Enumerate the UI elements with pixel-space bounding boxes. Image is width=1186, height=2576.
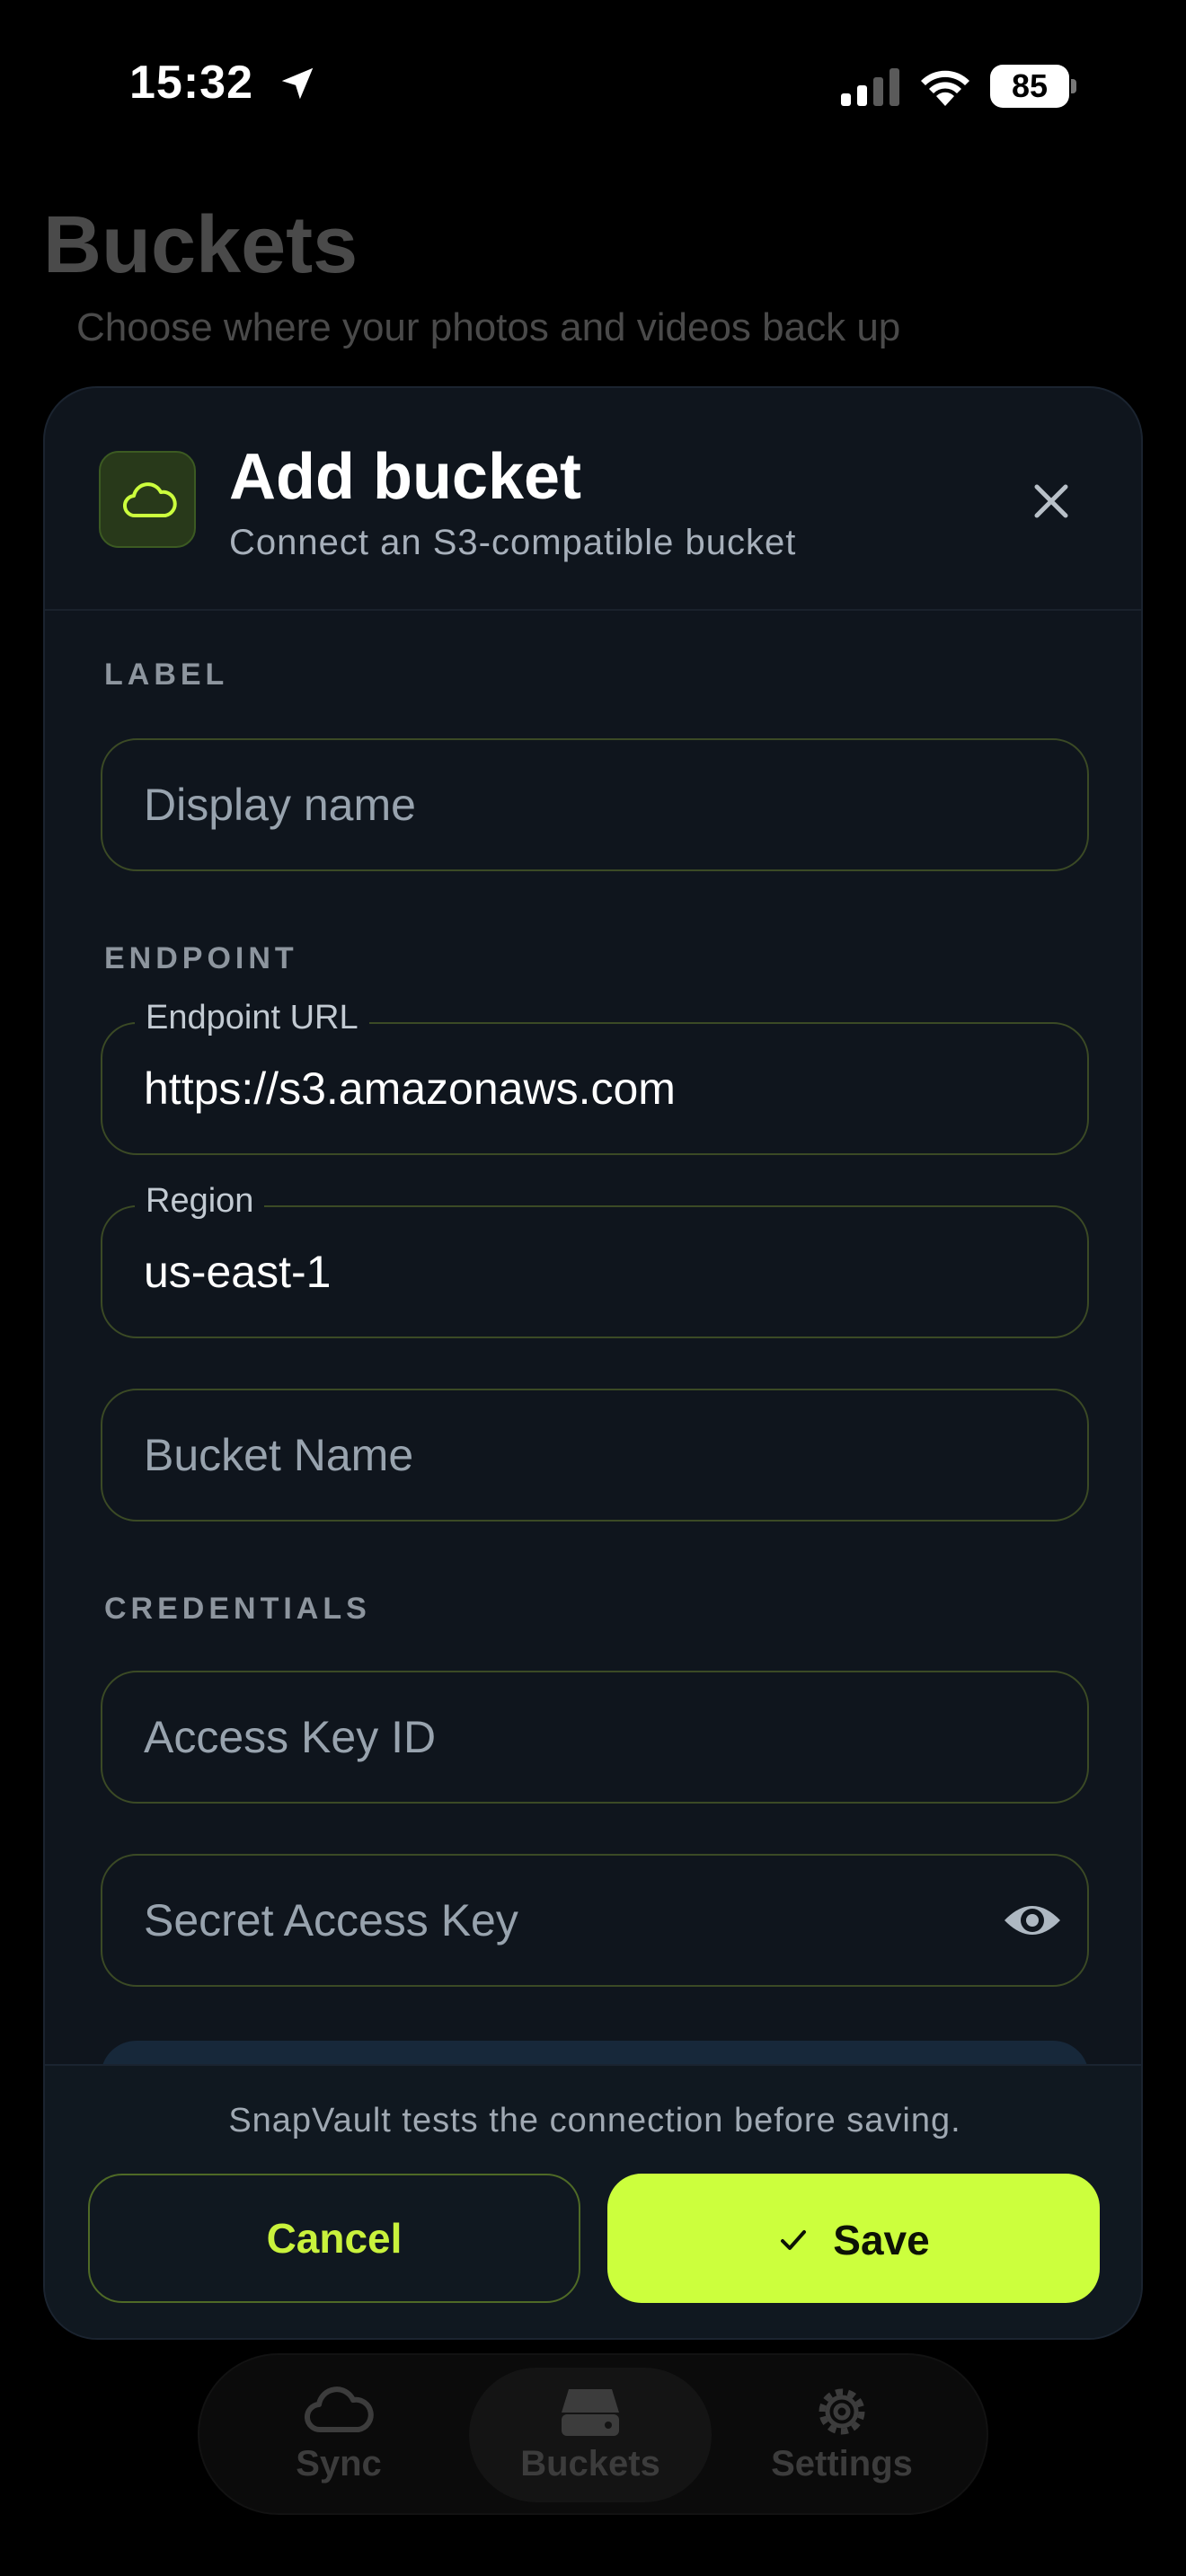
sheet-footer: SnapVault tests the connection before sa… [45, 2064, 1141, 2338]
add-bucket-sheet: Add bucket Connect an S3-compatible buck… [43, 386, 1143, 2340]
sheet-header: Add bucket Connect an S3-compatible buck… [45, 388, 1141, 611]
secret-access-key-input[interactable] [144, 1856, 1006, 1985]
cancel-button[interactable]: Cancel [88, 2174, 580, 2303]
battery-level: 85 [1011, 67, 1049, 104]
tab-sync-label: Sync [296, 2444, 382, 2483]
gear-icon [819, 2388, 865, 2435]
save-button-label: Save [833, 2216, 930, 2263]
section-label-label: LABEL [104, 657, 229, 692]
tab-bar: Sync Buckets Settings [198, 2353, 988, 2515]
tab-settings-label: Settings [771, 2444, 913, 2483]
cancel-button-label: Cancel [266, 2215, 403, 2262]
endpoint-url-field: Endpoint URL [101, 999, 1089, 1155]
page-subtitle: Choose where your photos and videos back… [76, 305, 901, 349]
header-icon-container [99, 451, 196, 548]
region-field: Region [101, 1182, 1089, 1338]
sheet-title: Add bucket [229, 441, 582, 513]
status-time: 15:32 [129, 57, 253, 109]
eye-icon[interactable] [1001, 1895, 1064, 1945]
bucket-name-input[interactable] [144, 1390, 1006, 1520]
cloud-icon [304, 2386, 374, 2433]
status-bar: 15:32 85 [0, 0, 1186, 171]
drive-icon [562, 2389, 619, 2436]
tab-buckets[interactable]: Buckets [469, 2368, 712, 2502]
screen: 15:32 85 Buckets Choose where your photo… [0, 0, 1186, 2576]
display-name-field [101, 738, 1089, 871]
bucket-name-field [101, 1389, 1089, 1522]
section-label-endpoint: ENDPOINT [104, 941, 298, 975]
close-icon[interactable] [1015, 465, 1087, 537]
connection-test-note: SnapVault tests the connection before sa… [228, 2102, 961, 2139]
access-key-id-field [101, 1671, 1089, 1804]
tab-sync[interactable]: Sync [217, 2368, 460, 2502]
section-label-credentials: CREDENTIALS [104, 1592, 371, 1626]
battery-indicator: 85 [990, 65, 1076, 108]
endpoint-url-input[interactable] [144, 1024, 1006, 1153]
location-arrow-icon [281, 67, 314, 100]
save-button[interactable]: Save [607, 2174, 1100, 2303]
wifi-icon [921, 70, 969, 106]
tab-buckets-label: Buckets [520, 2444, 660, 2483]
battery-tip [1071, 79, 1076, 93]
cellular-signal-icon [841, 68, 899, 106]
access-key-id-input[interactable] [144, 1672, 1006, 1802]
sheet-subtitle: Connect an S3-compatible bucket [229, 523, 797, 562]
cloud-icon [122, 482, 177, 518]
region-input[interactable] [144, 1207, 1006, 1337]
tab-settings[interactable]: Settings [721, 2368, 963, 2502]
display-name-input[interactable] [144, 740, 1006, 869]
secret-access-key-field [101, 1854, 1089, 1987]
checkmark-icon [781, 2229, 807, 2250]
page-title: Buckets [43, 200, 358, 290]
